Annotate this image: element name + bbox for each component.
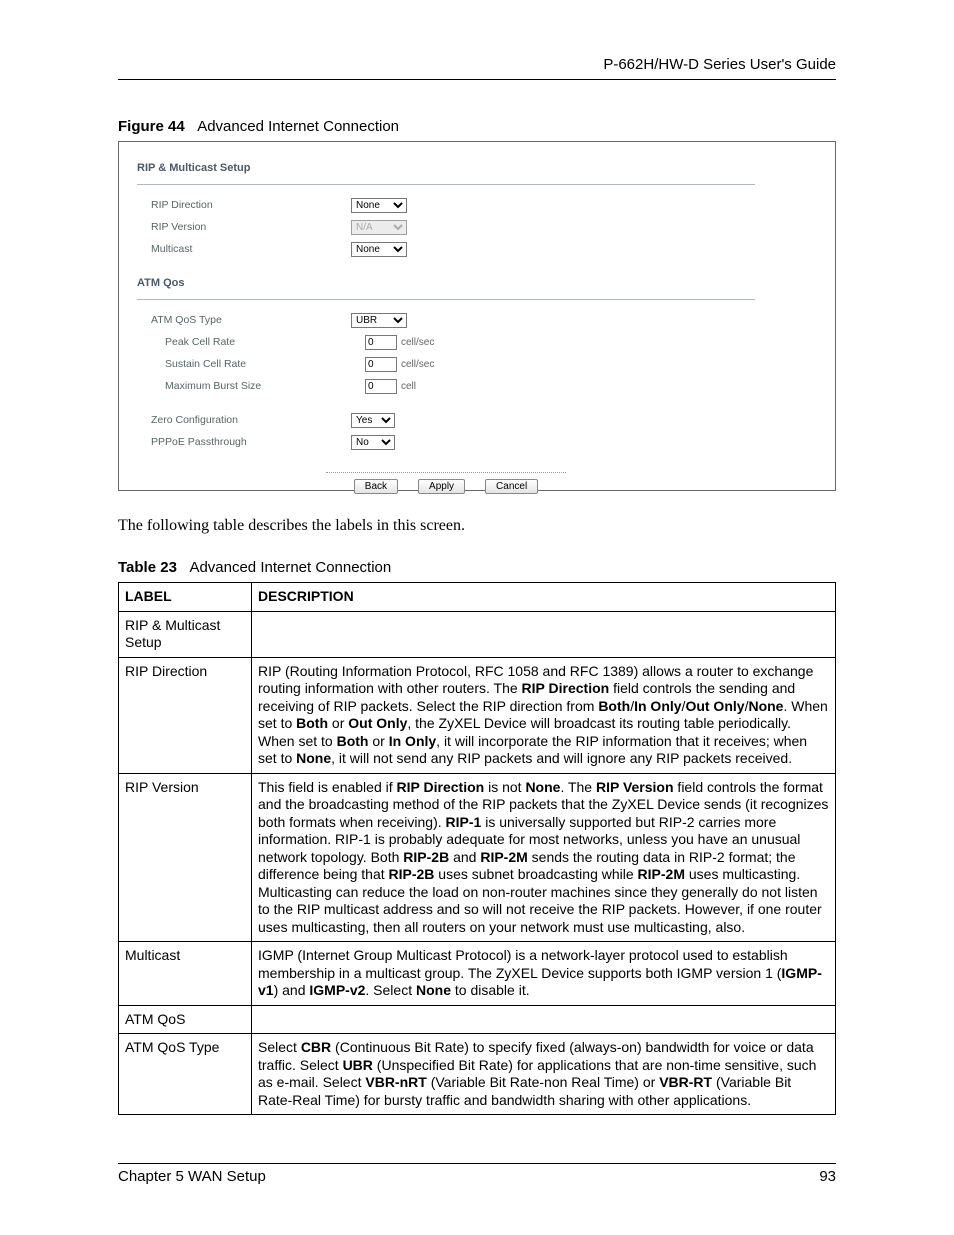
table-row: RIP & Multicast Setup <box>119 611 836 657</box>
cancel-button[interactable]: Cancel <box>485 479 538 494</box>
row-zero-config: Zero Configuration Yes <box>137 410 755 430</box>
table-row: ATM QoS <box>119 1005 836 1034</box>
figure-number: Figure 44 <box>118 118 185 135</box>
label-atm-qos-type: ATM QoS Type <box>137 314 351 326</box>
select-rip-direction[interactable]: None <box>351 198 407 213</box>
figure-caption: Figure 44 Advanced Internet Connection <box>118 118 836 135</box>
col-header-description: DESCRIPTION <box>252 583 836 612</box>
apply-button[interactable]: Apply <box>418 479 465 494</box>
row-rip-version: RIP Version N/A <box>137 217 755 237</box>
select-zero-config[interactable]: Yes <box>351 413 395 428</box>
row-max-burst-size: Maximum Burst Size cell <box>137 376 755 396</box>
cell-label: ATM QoS Type <box>119 1034 252 1115</box>
label-pppoe-passthrough: PPPoE Passthrough <box>137 436 351 448</box>
table-number: Table 23 <box>118 559 177 576</box>
table-row: Multicast IGMP (Internet Group Multicast… <box>119 942 836 1006</box>
select-multicast[interactable]: None <box>351 242 407 257</box>
label-multicast: Multicast <box>137 243 351 255</box>
cell-label: RIP Direction <box>119 657 252 773</box>
label-sustain-cell-rate: Sustain Cell Rate <box>137 358 365 370</box>
input-max-burst-size[interactable] <box>365 379 397 394</box>
back-button[interactable]: Back <box>354 479 398 494</box>
footer-page-number: 93 <box>819 1168 836 1185</box>
button-row-divider <box>326 472 566 473</box>
table-caption: Table 23 Advanced Internet Connection <box>118 559 836 576</box>
cell-desc <box>252 611 836 657</box>
row-atm-qos-type: ATM QoS Type UBR <box>137 310 755 330</box>
cell-desc: IGMP (Internet Group Multicast Protocol)… <box>252 942 836 1006</box>
table-row: RIP Direction RIP (Routing Information P… <box>119 657 836 773</box>
router-config-panel: RIP & Multicast Setup RIP Direction None… <box>118 141 836 491</box>
input-sustain-cell-rate[interactable] <box>365 357 397 372</box>
row-multicast: Multicast None <box>137 239 755 259</box>
unit-peak: cell/sec <box>401 337 434 348</box>
unit-sustain: cell/sec <box>401 359 434 370</box>
select-pppoe-passthrough[interactable]: No <box>351 435 395 450</box>
footer-chapter: Chapter 5 WAN Setup <box>118 1168 266 1185</box>
select-atm-qos-type[interactable]: UBR <box>351 313 407 328</box>
figure-title: Advanced Internet Connection <box>197 118 399 135</box>
row-rip-direction: RIP Direction None <box>137 195 755 215</box>
description-table: LABEL DESCRIPTION RIP & Multicast Setup … <box>118 582 836 1115</box>
section-divider <box>137 184 755 185</box>
input-peak-cell-rate[interactable] <box>365 335 397 350</box>
label-zero-config: Zero Configuration <box>137 414 351 426</box>
label-max-burst-size: Maximum Burst Size <box>137 380 365 392</box>
cell-desc <box>252 1005 836 1034</box>
label-peak-cell-rate: Peak Cell Rate <box>137 336 365 348</box>
section-rip-multicast: RIP & Multicast Setup <box>137 162 755 174</box>
select-rip-version: N/A <box>351 220 407 235</box>
cell-label: Multicast <box>119 942 252 1006</box>
label-rip-version: RIP Version <box>137 221 351 233</box>
table-row: ATM QoS Type Select CBR (Continuous Bit … <box>119 1034 836 1115</box>
cell-desc: This field is enabled if RIP Direction i… <box>252 773 836 942</box>
section-divider <box>137 299 755 300</box>
table-row: RIP Version This field is enabled if RIP… <box>119 773 836 942</box>
section-atm-qos: ATM Qos <box>137 277 755 289</box>
intro-paragraph: The following table describes the labels… <box>118 517 836 535</box>
cell-label: RIP Version <box>119 773 252 942</box>
footer-rule <box>118 1163 836 1164</box>
header-guide-title: P-662H/HW-D Series User's Guide <box>118 56 836 73</box>
label-rip-direction: RIP Direction <box>137 199 351 211</box>
cell-desc: RIP (Routing Information Protocol, RFC 1… <box>252 657 836 773</box>
row-peak-cell-rate: Peak Cell Rate cell/sec <box>137 332 755 352</box>
header-rule <box>118 79 836 80</box>
row-sustain-cell-rate: Sustain Cell Rate cell/sec <box>137 354 755 374</box>
col-header-label: LABEL <box>119 583 252 612</box>
cell-label: ATM QoS <box>119 1005 252 1034</box>
cell-desc: Select CBR (Continuous Bit Rate) to spec… <box>252 1034 836 1115</box>
row-pppoe-passthrough: PPPoE Passthrough No <box>137 432 755 452</box>
table-title: Advanced Internet Connection <box>189 559 391 576</box>
unit-mbs: cell <box>401 381 416 392</box>
cell-label: RIP & Multicast Setup <box>119 611 252 657</box>
